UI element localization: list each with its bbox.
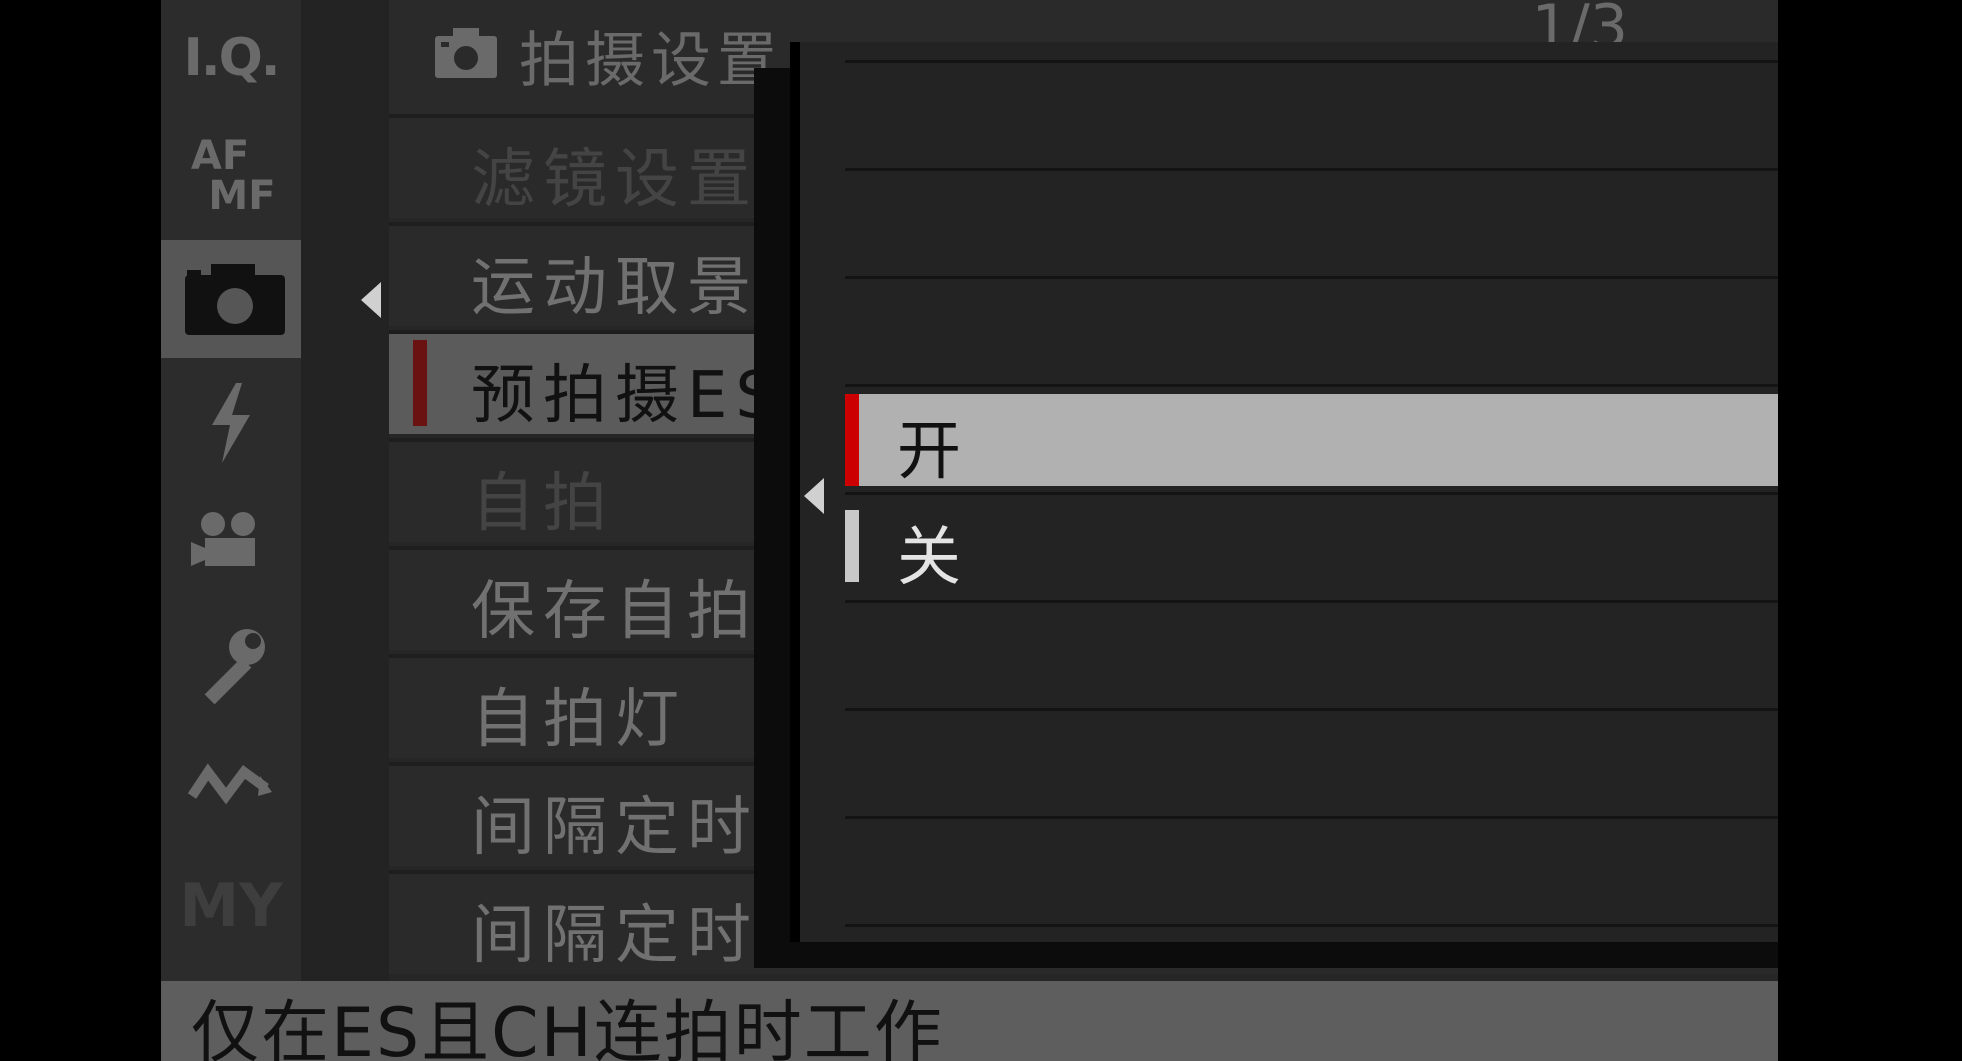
camera-header-icon	[435, 28, 497, 78]
menu-row-label: 运动取景	[471, 251, 759, 325]
flash-icon[interactable]	[161, 378, 301, 468]
divider	[845, 168, 1778, 171]
hint-bar: 仅在ES且CH连拍时工作	[161, 981, 1778, 1061]
option-on[interactable]: 开	[845, 394, 1778, 489]
menu-title: 拍摄设置	[519, 26, 783, 96]
option-indicator	[845, 394, 859, 486]
connection-icon[interactable]	[161, 748, 301, 818]
af-label: AF	[190, 133, 250, 179]
my-menu-label: MY	[179, 871, 283, 941]
menu-row-label: 保存自拍	[471, 575, 759, 649]
mf-label: MF	[208, 173, 276, 219]
divider	[845, 60, 1778, 63]
menu-row-label: 自拍灯	[471, 683, 687, 757]
wrench-icon[interactable]	[161, 620, 301, 710]
my-menu-icon[interactable]: MY	[161, 866, 301, 946]
movie-glyph	[191, 512, 255, 566]
movie-icon[interactable]	[161, 500, 301, 580]
af-mf-icon[interactable]: AF MF	[161, 128, 301, 224]
divider	[845, 816, 1778, 819]
option-off[interactable]: 关	[845, 500, 1778, 595]
popup-pointer-icon	[804, 478, 824, 514]
iq-icon[interactable]: I.Q.	[161, 18, 301, 98]
menu-row-label: 间隔定时	[471, 899, 759, 973]
divider	[845, 492, 1778, 495]
option-label: 关	[897, 521, 961, 595]
sidebar-pointer-icon	[361, 282, 381, 318]
divider	[845, 276, 1778, 279]
sidebar-gap	[301, 0, 389, 981]
divider	[845, 384, 1778, 387]
divider	[845, 600, 1778, 603]
connection-glyph	[187, 763, 272, 805]
divider	[845, 708, 1778, 711]
divider	[845, 924, 1778, 927]
wrench-glyph	[204, 629, 265, 705]
option-label: 开	[897, 415, 961, 489]
menu-row-label: 滤镜设置	[471, 143, 759, 217]
menu-row-label: 自拍	[471, 467, 615, 541]
flash-glyph	[212, 383, 250, 463]
option-indicator	[845, 510, 859, 582]
menu-row-label: 间隔定时	[471, 791, 759, 865]
menu-row-label: 预拍摄ES	[471, 359, 785, 433]
selection-bar	[413, 340, 427, 426]
hint-text: 仅在ES且CH连拍时工作	[191, 994, 944, 1061]
option-popup: 开 关	[790, 42, 1778, 942]
category-sidebar: I.Q. AF MF MY	[161, 0, 351, 981]
iq-icon-label: I.Q.	[183, 28, 280, 88]
